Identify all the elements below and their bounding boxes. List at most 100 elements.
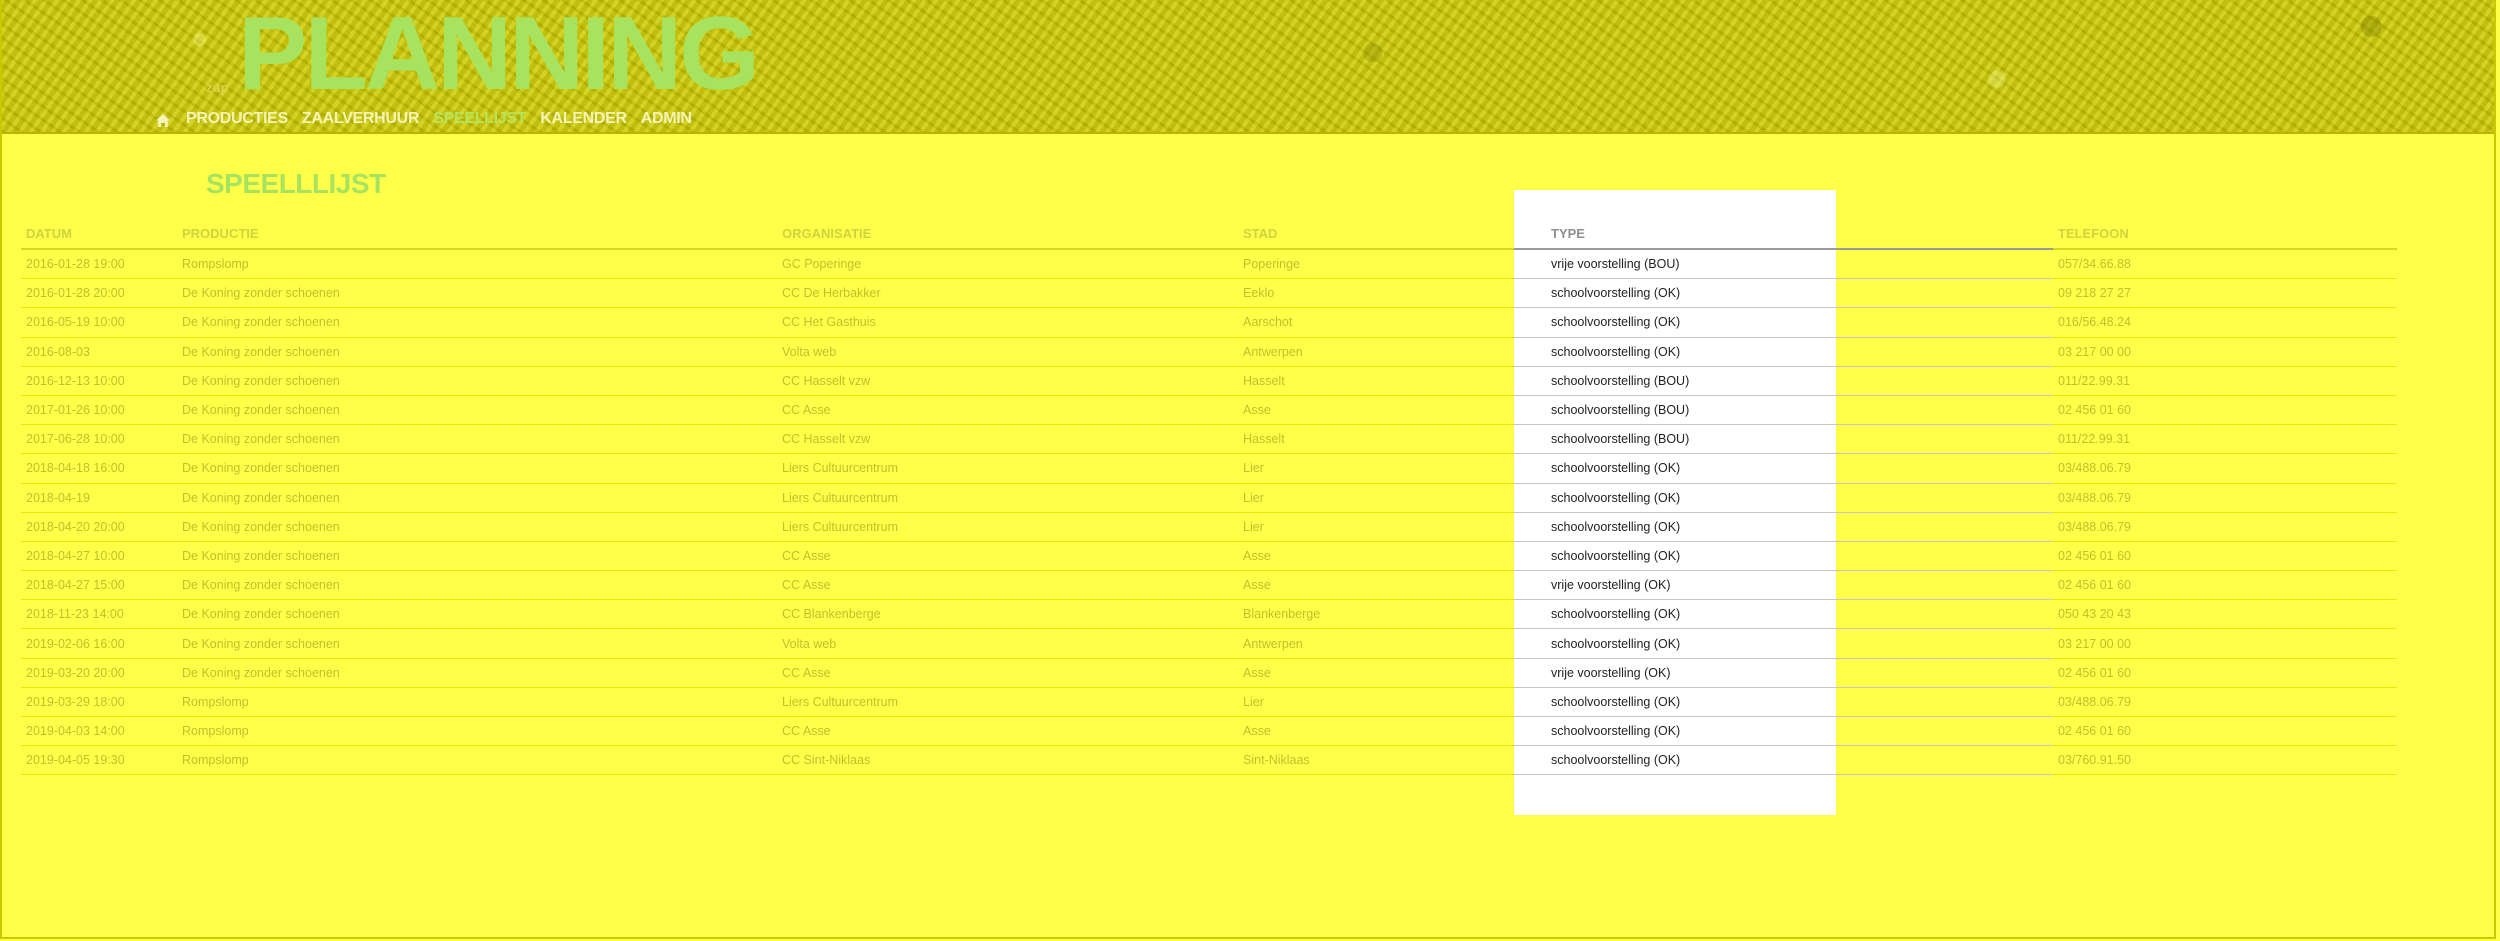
table-row[interactable]: 2016-01-28 19:00 Rompslomp GC Poperinge Pop… xyxy=(21,249,2397,280)
table-row[interactable]: 2017-01-26 10:00 De Koning zonder schoene… xyxy=(21,395,2397,426)
city-cell: Asse xyxy=(1238,541,1514,572)
table-row[interactable]: 2018-04-27 10:00 De Koning zonder schoene… xyxy=(21,541,2397,572)
type-cell: schoolvoorstelling (OK) xyxy=(1514,307,2053,338)
table-row[interactable]: 2016-12-13 10:00 De Koning zonder schoene… xyxy=(21,366,2397,396)
brand-logo-title[interactable]: PLANNING xyxy=(238,2,760,106)
production-cell: De Koning zonder schoenen xyxy=(177,599,777,630)
type-cell: schoolvoorstelling (OK) xyxy=(1514,628,2053,659)
column-header-stad[interactable]: STAD xyxy=(1238,214,1514,250)
table-row[interactable]: 2018-11-23 14:00 De Koning zonder schoene… xyxy=(21,599,2397,630)
phone-cell: 011/22.99.31 xyxy=(2053,424,2397,455)
city-cell: Antwerpen xyxy=(1238,628,1514,659)
table-row[interactable]: 2016-08-03 De Koning zonder schoenen Volta… xyxy=(21,337,2397,367)
date-cell: 2018-04-19 xyxy=(21,483,177,513)
phone-cell: 03/760.91.50 xyxy=(2053,745,2397,776)
production-cell: De Koning zonder schoenen xyxy=(177,541,777,572)
phone-cell: 02 456 01 60 xyxy=(2053,541,2397,572)
table-row[interactable]: 2019-04-03 14:00 Rompslomp CC Asse Asse scho… xyxy=(21,716,2397,747)
production-cell: De Koning zonder schoenen xyxy=(177,628,777,659)
organisation-cell: GC Poperinge xyxy=(777,249,1238,280)
speellijst-table: DATUM PRODUCTIE ORGANISATIE STAD TYPE TELEFOO… xyxy=(21,214,2397,776)
date-cell: 2018-04-27 15:00 xyxy=(21,570,177,601)
table-row[interactable]: 2018-04-19 De Koning zonder schoenen Liers… xyxy=(21,483,2397,513)
date-cell: 2019-03-29 18:00 xyxy=(21,687,177,718)
date-cell: 2017-06-28 10:00 xyxy=(21,424,177,455)
date-cell: 2016-01-28 20:00 xyxy=(21,278,177,309)
phone-cell: 03/488.06.79 xyxy=(2053,483,2397,513)
table-row[interactable]: 2016-05-19 10:00 De Koning zonder schoene… xyxy=(21,307,2397,338)
table-body: 2016-01-28 19:00 Rompslomp GC Poperinge Pop… xyxy=(21,249,2397,776)
nav-link-zaalverhuur[interactable]: ZAALVERHUUR xyxy=(302,110,420,128)
nav-link-producties[interactable]: PRODUCTIES xyxy=(186,110,288,128)
table-row[interactable]: 2019-03-20 20:00 De Koning zonder schoene… xyxy=(21,658,2397,688)
type-cell: schoolvoorstelling (OK) xyxy=(1514,687,2053,718)
phone-cell: 03/488.06.79 xyxy=(2053,453,2397,484)
phone-cell: 09 218 27 27 xyxy=(2053,278,2397,309)
city-cell: Aarschot xyxy=(1238,307,1514,338)
date-cell: 2018-11-23 14:00 xyxy=(21,599,177,630)
table-row[interactable]: 2019-03-29 18:00 Rompslomp Liers Cultuurce… xyxy=(21,687,2397,718)
city-cell: Asse xyxy=(1238,716,1514,747)
organisation-cell: CC Sint-Niklaas xyxy=(777,745,1238,776)
production-cell: De Koning zonder schoenen xyxy=(177,512,777,542)
organisation-cell: Liers Cultuurcentrum xyxy=(777,453,1238,484)
nav-link-admin[interactable]: ADMIN xyxy=(641,110,692,128)
phone-cell: 02 456 01 60 xyxy=(2053,570,2397,601)
table-row[interactable]: 2018-04-18 16:00 De Koning zonder schoene… xyxy=(21,453,2397,484)
city-cell: Poperinge xyxy=(1238,249,1514,280)
organisation-cell: CC Asse xyxy=(777,716,1238,747)
column-header-productie[interactable]: PRODUCTIE xyxy=(177,214,777,250)
column-header-type[interactable]: TYPE xyxy=(1514,214,2053,250)
organisation-cell: CC Asse xyxy=(777,395,1238,426)
type-cell: schoolvoorstelling (OK) xyxy=(1514,599,2053,630)
table-row[interactable]: 2019-02-06 16:00 De Koning zonder schoene… xyxy=(21,628,2397,659)
table-row[interactable]: 2018-04-27 15:00 De Koning zonder schoene… xyxy=(21,570,2397,601)
date-cell: 2018-04-18 16:00 xyxy=(21,453,177,484)
phone-cell: 03 217 00 00 xyxy=(2053,337,2397,367)
column-header-organisatie[interactable]: ORGANISATIE xyxy=(777,214,1238,250)
city-cell: Blankenberge xyxy=(1238,599,1514,630)
organisation-cell: CC Asse xyxy=(777,570,1238,601)
organisation-cell: CC De Herbakker xyxy=(777,278,1238,309)
date-cell: 2019-02-06 16:00 xyxy=(21,628,177,659)
nav-link-speellijst[interactable]: SPEELLIJST xyxy=(433,110,526,128)
header-banner: zap PLANNING PRODUCTIES ZAALVERHUUR SPEELL… xyxy=(0,0,2496,134)
organisation-cell: Volta web xyxy=(777,628,1238,659)
column-header-datum[interactable]: DATUM xyxy=(21,214,177,250)
date-cell: 2019-04-03 14:00 xyxy=(21,716,177,747)
production-cell: Rompslomp xyxy=(177,249,777,280)
page-title: SPEELLLIJST xyxy=(206,168,386,199)
organisation-cell: Liers Cultuurcentrum xyxy=(777,687,1238,718)
type-cell: schoolvoorstelling (BOU) xyxy=(1514,395,2053,426)
phone-cell: 016/56.48.24 xyxy=(2053,307,2397,338)
type-cell: schoolvoorstelling (OK) xyxy=(1514,453,2053,484)
organisation-cell: CC Hasselt vzw xyxy=(777,366,1238,396)
nav-link-kalender[interactable]: KALENDER xyxy=(540,110,627,128)
phone-cell: 050 43 20 43 xyxy=(2053,599,2397,630)
main-nav: PRODUCTIES ZAALVERHUUR SPEELLIJST KALENDER A… xyxy=(154,108,692,130)
city-cell: Antwerpen xyxy=(1238,337,1514,367)
production-cell: De Koning zonder schoenen xyxy=(177,424,777,455)
table-row[interactable]: 2016-01-28 20:00 De Koning zonder schoene… xyxy=(21,278,2397,309)
city-cell: Asse xyxy=(1238,395,1514,426)
organisation-cell: CC Blankenberge xyxy=(777,599,1238,630)
type-cell: schoolvoorstelling (OK) xyxy=(1514,745,2053,776)
home-icon[interactable] xyxy=(154,110,172,128)
table-row[interactable]: 2019-04-05 19:30 Rompslomp CC Sint-Niklaas… xyxy=(21,745,2397,776)
city-cell: Asse xyxy=(1238,570,1514,601)
organisation-cell: CC Asse xyxy=(777,541,1238,572)
production-cell: De Koning zonder schoenen xyxy=(177,278,777,309)
city-cell: Lier xyxy=(1238,483,1514,513)
organisation-cell: Liers Cultuurcentrum xyxy=(777,512,1238,542)
type-cell: schoolvoorstelling (OK) xyxy=(1514,541,2053,572)
phone-cell: 03 217 00 00 xyxy=(2053,628,2397,659)
production-cell: De Koning zonder schoenen xyxy=(177,366,777,396)
city-cell: Lier xyxy=(1238,687,1514,718)
table-row[interactable]: 2017-06-28 10:00 De Koning zonder schoene… xyxy=(21,424,2397,455)
column-header-telefoon[interactable]: TELEFOON xyxy=(2053,214,2397,250)
phone-cell: 057/34.66.88 xyxy=(2053,249,2397,280)
table-row[interactable]: 2018-04-20 20:00 De Koning zonder schoene… xyxy=(21,512,2397,542)
date-cell: 2019-03-20 20:00 xyxy=(21,658,177,688)
type-cell: schoolvoorstelling (OK) xyxy=(1514,512,2053,542)
date-cell: 2016-01-28 19:00 xyxy=(21,249,177,280)
